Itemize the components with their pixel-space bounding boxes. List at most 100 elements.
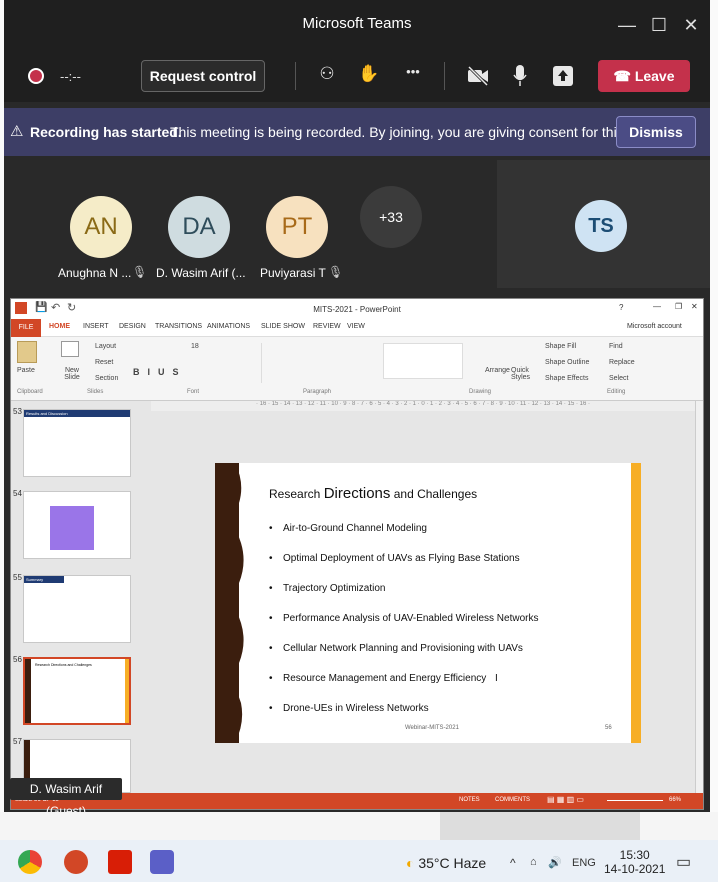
slide-thumbnail[interactable]: Results and Discussion — [23, 409, 131, 477]
slide-bullet: • Drone-UEs in Wireless Networks — [269, 703, 429, 714]
chrome-icon[interactable] — [18, 850, 42, 874]
more-participants-badge[interactable]: +33 — [360, 186, 422, 248]
participant-name: Anughna N ... — [58, 266, 132, 280]
banner-bold: Recording has started. — [30, 124, 182, 140]
slide-bullet: • Air-to-Ground Channel Modeling — [269, 523, 427, 534]
shape-fill-button[interactable]: Shape Fill — [545, 343, 576, 350]
pinned-participant[interactable]: TS — [497, 160, 710, 288]
notes-button[interactable]: NOTES — [459, 797, 480, 803]
replace-button[interactable]: Replace — [609, 359, 635, 366]
new-slide-icon[interactable] — [61, 341, 79, 357]
shapes-gallery[interactable] — [383, 343, 463, 379]
font-format-buttons[interactable]: BIUS — [133, 367, 187, 377]
slide-bullet: • Resource Management and Energy Efficien… — [269, 673, 498, 684]
weather-widget[interactable]: ◐ 35°C Haze — [406, 855, 486, 871]
mic-muted-icon: 🎙 — [132, 265, 148, 279]
dismiss-button[interactable]: Dismiss — [616, 116, 696, 148]
account-label[interactable]: Microsoft account — [627, 323, 682, 330]
close-icon[interactable]: ✕ — [691, 302, 698, 311]
comments-button[interactable]: COMMENTS — [495, 797, 530, 803]
slide-bullet: • Performance Analysis of UAV-Enabled Wir… — [269, 613, 539, 624]
horizontal-ruler: · 16 · 15 · 14 · 13 · 12 · 11 · 10 · 9 ·… — [151, 401, 695, 411]
warning-icon: ⚠ — [10, 123, 24, 140]
avatar: TS — [575, 200, 627, 252]
background-window — [0, 812, 718, 840]
tray-chevron-icon[interactable]: ^ — [510, 856, 516, 870]
minimize-icon[interactable]: — — [612, 10, 642, 40]
clock[interactable]: 15:30 14-10-2021 — [604, 848, 665, 876]
paste-label[interactable]: Paste — [17, 367, 35, 374]
find-button[interactable]: Find — [609, 343, 623, 350]
ppt-title: MITS-2021 - PowerPoint — [313, 305, 401, 314]
participant-name: Puviyarasi T — [260, 266, 326, 280]
camera-off-icon[interactable] — [467, 66, 489, 86]
zoom-level[interactable]: 66% — [669, 797, 681, 803]
tab-file[interactable]: FILE — [11, 319, 41, 337]
help-icon[interactable]: ? — [619, 303, 623, 312]
reset-button[interactable]: Reset — [95, 359, 113, 366]
slide-number: 56 — [605, 725, 612, 731]
thumb-number: 57 — [13, 737, 22, 746]
new-slide-label[interactable]: New Slide — [57, 367, 87, 381]
more-options-icon[interactable]: ••• — [400, 64, 426, 79]
request-control-button[interactable]: Request control — [141, 60, 265, 92]
participants-icon[interactable]: ⚇ — [314, 64, 340, 84]
avatar: AN — [70, 196, 132, 258]
shape-outline-button[interactable]: Shape Outline — [545, 359, 589, 366]
group-label: Font — [187, 389, 200, 395]
slide-accent-bar — [631, 463, 641, 743]
quick-styles-button[interactable]: Quick Styles — [511, 367, 531, 381]
teams-icon[interactable] — [150, 850, 174, 874]
slide-footer: Webinar-MITS-2021 — [405, 725, 459, 731]
font-size-select[interactable]: 18 — [191, 343, 199, 350]
thumb-title: Results and Discussion — [24, 410, 130, 417]
language-indicator[interactable]: ENG — [572, 857, 596, 869]
zoom-slider[interactable] — [607, 800, 663, 801]
tab-slide-show[interactable]: SLIDE SHOW — [261, 323, 305, 330]
tab-insert[interactable]: INSERT — [83, 323, 109, 330]
shared-powerpoint: 💾 ↶ ↻ MITS-2021 - PowerPoint ? — ❐ ✕ HOM… — [10, 298, 704, 810]
microphone-icon[interactable] — [512, 64, 528, 88]
powerpoint-icon[interactable] — [64, 850, 88, 874]
network-icon[interactable]: ⌂ — [530, 856, 537, 868]
layout-button[interactable]: Layout — [95, 343, 116, 350]
tab-animations[interactable]: ANIMATIONS — [207, 323, 250, 330]
current-slide[interactable]: Research Directions and Challenges • Air-… — [215, 463, 641, 743]
notifications-icon[interactable]: ▭ — [676, 852, 691, 872]
slide-thumbnail-selected[interactable]: Research Directions and Challenges — [23, 657, 131, 725]
group-label: Editing — [607, 389, 626, 395]
share-screen-icon[interactable] — [552, 65, 574, 87]
paste-icon[interactable] — [17, 341, 37, 363]
title-bar: Microsoft Teams — ☐ ✕ — [4, 0, 710, 50]
raise-hand-icon[interactable]: ✋ — [356, 64, 382, 84]
restore-icon[interactable]: ❐ — [675, 302, 682, 311]
leave-button[interactable]: ☎ Leave — [598, 60, 690, 92]
select-button[interactable]: Select — [609, 375, 628, 382]
shape-effects-button[interactable]: Shape Effects — [545, 375, 588, 382]
volume-icon[interactable]: 🔊 — [548, 856, 562, 869]
slide-thumbnail[interactable]: Summary — [23, 575, 131, 643]
slide-thumbnail[interactable] — [23, 491, 131, 559]
view-buttons[interactable]: ▤ ▦ ▥ ▭ — [547, 795, 584, 804]
scrollbar[interactable] — [695, 401, 703, 793]
window-title: Microsoft Teams — [302, 15, 412, 32]
maximize-icon[interactable]: ☐ — [644, 10, 674, 40]
tab-view[interactable]: VIEW — [347, 323, 365, 330]
close-icon[interactable]: ✕ — [676, 10, 706, 40]
tab-home[interactable]: HOME — [49, 323, 70, 330]
group-label: Paragraph — [303, 389, 332, 395]
minimize-icon[interactable]: — — [653, 302, 661, 311]
divider — [295, 62, 296, 90]
weather-text: 35°C Haze — [418, 855, 487, 871]
background-panel — [440, 812, 640, 840]
group-label: Drawing — [469, 389, 492, 395]
paragraph-controls[interactable] — [261, 343, 371, 383]
section-button[interactable]: Section — [95, 375, 118, 382]
acrobat-icon[interactable] — [108, 850, 132, 874]
arrange-button[interactable]: Arrange — [485, 367, 510, 374]
tab-design[interactable]: DESIGN — [119, 323, 146, 330]
tab-transitions[interactable]: TRANSITIONS — [155, 323, 202, 330]
mic-muted-icon: 🎙 — [328, 265, 344, 279]
group-label: Slides — [87, 389, 104, 395]
tab-review[interactable]: REVIEW — [313, 323, 341, 330]
